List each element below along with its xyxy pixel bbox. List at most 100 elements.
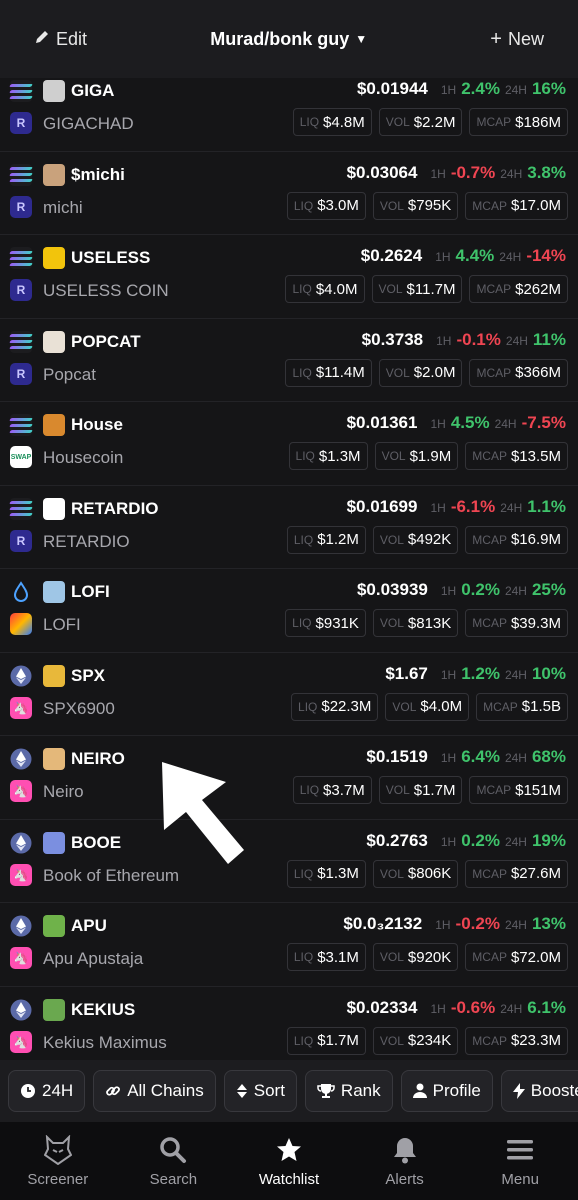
liquidity-stat: LIQ $3.7M — [292, 776, 372, 804]
token-row[interactable]: 🦄 NEIRO Neiro $0.1519 1H 6.4% 24H 68% LIQ $3.7M VO… — [0, 736, 578, 820]
h1-label: 1H — [440, 834, 457, 849]
vol-label: VOL — [385, 783, 410, 797]
token-logo-icon — [43, 998, 65, 1021]
token-list-content: R GIGA GIGACHAD $0.01944 1H 2.4% 24H 16% LIQ $4.8… — [0, 78, 578, 1060]
liquidity-stat: LIQ $22.3M — [291, 692, 379, 721]
liquidity-stat: LIQ $4.8M — [292, 108, 372, 136]
h1-label: 1H — [435, 918, 451, 932]
token-row[interactable]: R GIGA GIGACHAD $0.01944 1H 2.4% 24H 16% LIQ $4.8… — [0, 78, 578, 152]
h1-label: 1H — [436, 333, 452, 348]
token-logo-icon — [43, 831, 65, 854]
token-row[interactable]: 🦄 KEKIUS Kekius Maximus $0.02334 1H -0.6% 24H 6… — [0, 987, 578, 1061]
uniswap-icon: 🦄 — [10, 780, 32, 802]
liquidity-stat: LIQ $4.0M — [285, 275, 365, 303]
sol-icon — [9, 497, 33, 520]
token-logo-icon — [43, 915, 65, 937]
filter-chip-rank[interactable]: Rank — [304, 1070, 393, 1112]
token-row[interactable]: R RETARDIO RETARDIO $0.01699 1H -6.1% 24H 1.1% L… — [0, 486, 578, 569]
h1-label: 1H — [435, 250, 451, 264]
new-button[interactable]: + New — [490, 28, 544, 51]
uniswap-icon: 🦄 — [10, 863, 32, 886]
token-name: SPX6900 — [43, 698, 115, 718]
liq-label: LIQ — [293, 198, 314, 213]
token-logo-icon — [43, 80, 65, 102]
token-stats: LIQ $11.4M VOL $2.0M MCAP $366M — [285, 358, 568, 387]
volume-stat: VOL $920K — [372, 943, 459, 971]
vol-label: VOL — [379, 1033, 404, 1048]
vol-label: VOL — [379, 616, 404, 630]
nav-watchlist[interactable]: Watchlist — [234, 1135, 344, 1188]
mcap-label: MCAP — [472, 449, 507, 463]
nav-alerts[interactable]: Alerts — [350, 1135, 460, 1188]
filter-chip-all-chains[interactable]: All Chains — [93, 1070, 216, 1112]
pencil-icon — [34, 29, 50, 50]
market-cap-stat: MCAP $1.5B — [476, 692, 568, 721]
liq-label: LIQ — [292, 282, 312, 296]
nav-screener[interactable]: Screener — [3, 1134, 113, 1188]
token-row[interactable]: 🦄 APU Apu Apustaja $0.0₃2132 1H -0.2% 24H 13% LI… — [0, 903, 578, 987]
vol-value: $11.7M — [406, 280, 456, 298]
filter-chip-sort[interactable]: Sort — [223, 1070, 297, 1112]
vol-value: $4.0M — [420, 698, 463, 715]
nav-menu[interactable]: Menu — [465, 1135, 575, 1188]
token-logo-icon — [43, 497, 65, 520]
h24-label: 24H — [505, 333, 528, 348]
edit-label: Edit — [56, 28, 88, 49]
liq-value: $4.0M — [315, 280, 358, 298]
token-row[interactable]: 🦄 SPX SPX6900 $1.67 1H 1.2% 24H 10% LIQ $22.3M VOL… — [0, 653, 578, 736]
mcap-value: $27.6M — [510, 865, 561, 882]
h1-change: 4.4% — [455, 246, 495, 265]
mcap-value: $16.9M — [510, 531, 561, 548]
token-logo-icon — [43, 330, 65, 353]
token-stats: LIQ $3.0M VOL $795K MCAP $17.0M — [286, 191, 568, 220]
volume-stat: VOL $2.2M — [378, 108, 463, 136]
token-logo-icon — [43, 163, 65, 186]
filter-chip-profile[interactable]: Profile — [400, 1070, 493, 1112]
edit-button[interactable]: Edit — [34, 29, 87, 50]
token-symbol: KEKIUS — [71, 999, 136, 1019]
h1-label: 1H — [430, 500, 446, 515]
volume-stat: VOL $813K — [372, 609, 459, 637]
liq-label: LIQ — [298, 699, 318, 714]
market-cap-stat: MCAP $16.9M — [465, 525, 568, 554]
sui-icon — [10, 581, 32, 603]
vol-label: VOL — [379, 866, 404, 881]
liq-label: LIQ — [292, 616, 312, 630]
h1-change: 4.5% — [450, 413, 490, 432]
h1-label: 1H — [430, 417, 446, 431]
market-cap-stat: MCAP $23.3M — [465, 1026, 568, 1055]
nav-search[interactable]: Search — [118, 1135, 228, 1188]
h24-label: 24H — [500, 1001, 523, 1016]
token-stats: LIQ $931K VOL $813K MCAP $39.3M — [285, 609, 568, 637]
h24-label: 24H — [504, 584, 527, 598]
h1-label: 1H — [440, 667, 457, 682]
watchlist-selector[interactable]: Murad/bonk guy ▼ — [210, 29, 367, 50]
h24-change: 13% — [531, 914, 566, 933]
liq-value: $1.3M — [317, 865, 359, 882]
volume-stat: VOL $1.7M — [378, 776, 463, 804]
mcap-label: MCAP — [472, 532, 507, 547]
h24-label: 24H — [500, 500, 523, 515]
h24-label: 24H — [500, 166, 523, 181]
mcap-label: MCAP — [483, 699, 518, 714]
filter-chip-boosted[interactable]: Boosted — [500, 1070, 578, 1112]
h24-change: 11% — [532, 329, 566, 349]
menu-icon — [506, 1135, 534, 1165]
token-row[interactable]: 🦄 BOOE Book of Ethereum $0.2763 1H 0.2% 24H 19%… — [0, 820, 578, 903]
token-row[interactable]: SWAP House Housecoin $0.01361 1H 4.5% 24H -7.5%… — [0, 402, 578, 486]
token-row[interactable]: R POPCAT Popcat $0.3738 1H -0.1% 24H 11% LIQ $11.… — [0, 319, 578, 402]
price-change-line: $0.0₃2132 1H -0.2% 24H 13% — [343, 914, 566, 934]
token-row[interactable]: LOFI LOFI $0.03939 1H 0.2% 24H 25% LIQ $931K VOL $… — [0, 569, 578, 653]
token-list[interactable]: R GIGA GIGACHAD $0.01944 1H 2.4% 24H 16% LIQ $4.8… — [0, 78, 578, 1060]
volume-stat: VOL $2.0M — [378, 358, 463, 387]
market-cap-stat: MCAP $151M — [469, 776, 568, 804]
sol-icon — [9, 163, 33, 186]
token-row[interactable]: R $michi michi $0.03064 1H -0.7% 24H 3.8% LIQ $3.… — [0, 152, 578, 235]
filter-chip-24h[interactable]: 24H — [8, 1070, 86, 1112]
token-row[interactable]: R USELESS USELESS COIN $0.2624 1H 4.4% 24H -14%… — [0, 235, 578, 319]
liq-label: LIQ — [293, 1033, 314, 1048]
h24-label: 24H — [504, 751, 527, 765]
vol-value: $2.2M — [413, 113, 456, 131]
token-price: $0.03939 — [356, 580, 428, 599]
uniswap-icon: 🦄 — [10, 696, 32, 719]
